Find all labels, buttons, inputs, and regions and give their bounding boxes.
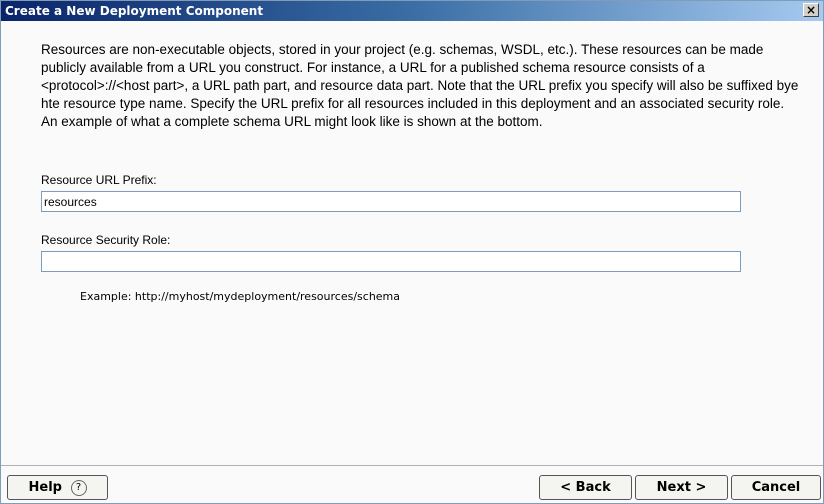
button-bar: Help ? < Back Next > Cancel (1, 465, 823, 504)
back-button[interactable]: < Back (539, 475, 632, 500)
security-role-label: Resource Security Role: (41, 233, 171, 247)
close-button[interactable]: × (803, 3, 819, 17)
description-text: Resources are non-executable objects, st… (41, 42, 799, 129)
dialog-title: Create a New Deployment Component (5, 4, 264, 18)
help-button[interactable]: Help ? (7, 475, 108, 500)
title-bar[interactable]: Create a New Deployment Component × (1, 1, 823, 21)
dialog-content: Resources are non-executable objects, st… (1, 21, 823, 445)
next-button[interactable]: Next > (635, 475, 728, 500)
example-url-text: Example: http://myhost/mydeployment/reso… (80, 290, 401, 303)
url-prefix-input[interactable] (41, 191, 741, 212)
url-prefix-label: Resource URL Prefix: (41, 173, 157, 187)
help-button-label: Help (28, 480, 62, 495)
deployment-component-dialog: Create a New Deployment Component × Reso… (0, 0, 824, 504)
help-icon: ? (70, 480, 87, 496)
security-role-input[interactable] (41, 251, 741, 272)
cancel-button[interactable]: Cancel (731, 475, 821, 500)
